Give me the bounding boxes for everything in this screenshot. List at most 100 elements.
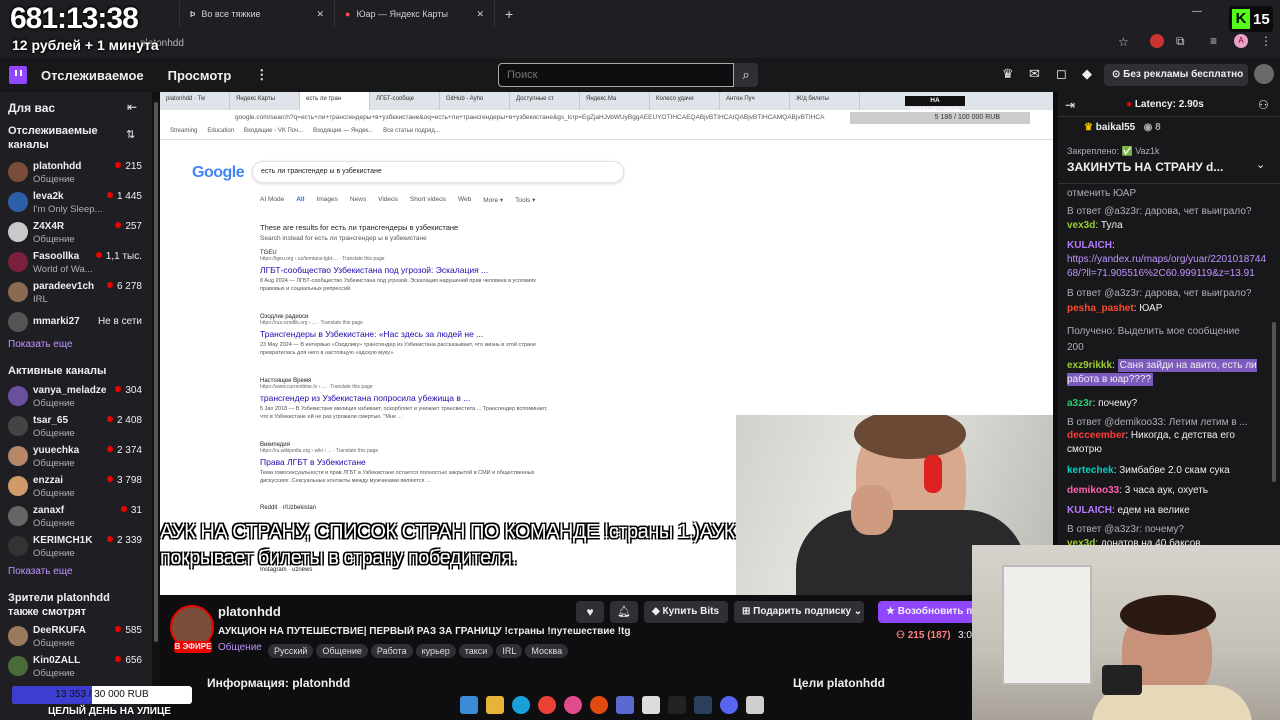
nav-following[interactable]: Отслеживаемое — [41, 68, 144, 83]
crown-icon[interactable]: ♛ — [1002, 66, 1014, 82]
chrome-profile-icon[interactable] — [564, 696, 582, 714]
stats-icon[interactable] — [616, 696, 634, 714]
result-title: трансгендер из Узбекистана попросила убе… — [260, 393, 471, 403]
chat-message: kertechek: Зимбабве 2.0 скам сука — [1067, 464, 1269, 478]
extension-icon[interactable] — [1150, 34, 1164, 48]
address-bar[interactable]: platonhdd — [130, 33, 1140, 53]
chat-link[interactable]: https://yandex.ru/maps/org/yuar/22010187… — [1067, 253, 1269, 281]
sidebar-channel[interactable]: zanaxf Общение 31 — [0, 502, 152, 532]
resubscribe-button[interactable]: ★ Возобновить по — [878, 601, 978, 623]
windows-start-icon[interactable] — [460, 696, 478, 714]
chat-scrollbar[interactable] — [1272, 322, 1276, 482]
chat-username[interactable]: KULAICH — [1067, 240, 1112, 251]
more-icon[interactable]: ⋮ — [255, 67, 268, 83]
tag[interactable]: Русский — [268, 644, 314, 658]
prime-gem-icon[interactable]: ◆ — [1082, 66, 1092, 82]
edge-icon[interactable] — [512, 696, 530, 714]
chat-username[interactable]: demikoo33 — [1067, 485, 1119, 496]
app-icon-2[interactable] — [668, 696, 686, 714]
menu-icon[interactable]: ⋮ — [1260, 34, 1272, 48]
sidebar-channel[interactable]: Fasoollka World of Wa... 1,1 тыс. — [0, 248, 152, 278]
users-icon[interactable]: ⚇ — [1258, 98, 1269, 112]
chrome-icon[interactable] — [538, 696, 556, 714]
tab-close-icon[interactable]: ✕ — [476, 9, 484, 20]
inbox-icon[interactable]: ✉ — [1029, 66, 1040, 82]
collapse-sidebar-icon[interactable]: ⇤ — [127, 100, 137, 114]
sidebar-channel[interactable]: KERIMCH1K Общение 2 339 — [0, 532, 152, 562]
pinned-message[interactable]: Закреплено: ✅ Vaz1k ЗАКИНУТЬ НА СТРАНУ d… — [1058, 144, 1280, 184]
chat-text: почему? — [1095, 398, 1138, 409]
stream-video[interactable]: platonhdd · Tw Яндекс Карты есть ли тран… — [160, 92, 1053, 595]
tag[interactable]: Работа — [370, 644, 413, 658]
browser-tab-2[interactable]: Þ Во все тяжкие ✕ — [180, 1, 335, 27]
google-tab: Web — [458, 196, 472, 203]
sidebar-channel[interactable]: mmarki27 Не в сети — [0, 308, 152, 338]
minimize-icon[interactable]: — — [1192, 6, 1202, 17]
show-more-active[interactable]: Показать еще — [0, 566, 73, 577]
sidebar-scrollbar[interactable] — [152, 92, 160, 720]
chat-username[interactable]: pesha_pashet — [1067, 303, 1134, 314]
tag[interactable]: Общение — [316, 644, 368, 658]
discord-icon[interactable] — [720, 696, 738, 714]
puzzle-icon[interactable]: ⧉ — [1176, 34, 1185, 49]
collapse-chat-icon[interactable]: ⇥ — [1065, 98, 1075, 112]
chat-username[interactable]: a3z3r — [1067, 398, 1093, 409]
notification-bell-button[interactable]: 🔔︎ — [610, 601, 638, 623]
chat-username[interactable]: KULAICH — [1067, 505, 1112, 516]
sidebar-channel[interactable]: platonhdd Общение 215 — [0, 158, 152, 188]
chevron-down-icon[interactable]: ⌄ — [1256, 158, 1265, 171]
sidebar-channel[interactable]: Kin0ZALL Общение 656 — [0, 652, 152, 682]
sidebar-channel[interactable]: DeeRKUFA Общение 585 — [0, 622, 152, 652]
file-explorer-icon[interactable] — [486, 696, 504, 714]
search-input[interactable] — [498, 63, 734, 87]
chat-username[interactable]: kertechek — [1067, 465, 1114, 476]
chat-username[interactable]: vex3d — [1067, 220, 1095, 231]
result-title: Права ЛГБТ в Узбекистане — [260, 457, 366, 467]
goal-title: ЦЕЛЫЙ ДЕНЬ НА УЛИЦЕ — [48, 706, 171, 717]
chat-username[interactable]: exz9rikkk — [1067, 360, 1112, 371]
chat-reply-label: В ответ @demikoo33: Летим летим в ... — [1067, 417, 1248, 428]
new-tab-button[interactable]: + — [495, 1, 523, 27]
nav-browse[interactable]: Просмотр — [168, 68, 232, 83]
sidebar-channel[interactable]: leva2k I'm Only Sleep... 1 445 — [0, 188, 152, 218]
sidebar-channel[interactable]: Z4X4R Общение 257 — [0, 218, 152, 248]
twitch-logo-icon[interactable] — [9, 66, 27, 84]
user-avatar[interactable] — [1254, 64, 1274, 84]
kick-logo-icon: K — [1232, 9, 1250, 29]
browser-tab-3[interactable]: ● Юар — Яндекс Карты ✕ — [335, 1, 495, 27]
tab-close-icon[interactable]: ✕ — [316, 9, 324, 20]
stream-category[interactable]: Общение — [218, 642, 262, 653]
sidebar-channel[interactable]: enzzai Общение 3 798 — [0, 472, 152, 502]
sidebar-channel[interactable]: tsar_65 Общение 2 408 — [0, 412, 152, 442]
tag[interactable]: курьер — [415, 644, 456, 658]
search-button[interactable]: ⌕ — [734, 63, 758, 87]
channel-category: Общение — [33, 548, 75, 559]
tag[interactable]: такси — [458, 644, 494, 658]
show-more-followed[interactable]: Показать еще — [0, 339, 73, 350]
sidebar-channel[interactable]: paradeev1ch IRL 6 278 — [0, 278, 152, 308]
calculator-icon[interactable] — [746, 696, 764, 714]
chat-message: decceember: Никогда, с детства его смотр… — [1067, 429, 1269, 457]
whispers-icon[interactable]: ◻ — [1056, 66, 1067, 82]
channel-name: Z4X4R — [33, 221, 65, 232]
gift-sub-button[interactable]: ⊞ Подарить подписку ⌄ — [734, 601, 864, 623]
app-icon[interactable] — [642, 696, 660, 714]
profile-avatar[interactable]: A — [1234, 34, 1248, 48]
steam-icon[interactable] — [694, 696, 712, 714]
bookmark-star-icon[interactable]: ☆ — [1118, 35, 1129, 49]
eye-icon: ◉ — [1143, 122, 1153, 133]
chat-notice: 200 — [1067, 342, 1084, 353]
chat-username[interactable]: decceember — [1067, 430, 1125, 441]
get-bits-button[interactable]: ◆ Купить Bits — [644, 601, 728, 623]
follow-heart-button[interactable]: ♥ — [576, 601, 604, 623]
channel-category: IRL — [33, 294, 48, 305]
sort-icon[interactable]: ⇅ — [126, 128, 135, 141]
streamer-name[interactable]: platonhdd — [218, 604, 281, 619]
browser-icon[interactable] — [590, 696, 608, 714]
media-icon[interactable]: ≡ — [1210, 34, 1217, 48]
tag[interactable]: IRL — [496, 644, 523, 658]
tag[interactable]: Москва — [525, 644, 569, 658]
sidebar-channel[interactable]: vanya_meladze Общение 304 — [0, 382, 152, 412]
ad-free-button[interactable]: ⊙ Без рекламы бесплатно — [1104, 64, 1248, 86]
sidebar-channel[interactable]: yuuechka Общение 2 374 — [0, 442, 152, 472]
